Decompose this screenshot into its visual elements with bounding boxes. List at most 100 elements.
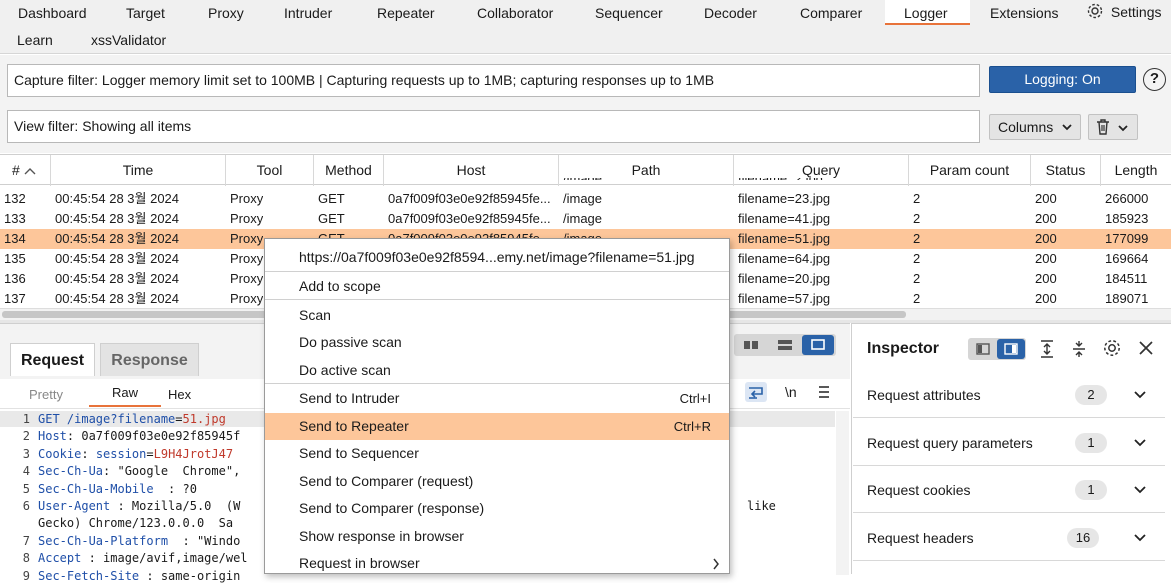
menu-item-send-to-comparer-request[interactable]: Send to Comparer (request)	[265, 468, 729, 495]
columns-button[interactable]: Columns	[989, 114, 1081, 140]
tab-sequencer[interactable]: Sequencer	[595, 5, 663, 21]
menu-item-send-to-intruder[interactable]: Send to Intruder Ctrl+I	[265, 385, 729, 412]
tab-proxy[interactable]: Proxy	[208, 5, 244, 21]
cell-status: 200	[1035, 211, 1057, 226]
capture-filter-bar[interactable]: Capture filter: Logger memory limit set …	[7, 64, 980, 97]
table-row[interactable]: 133 00:45:54 28 3월 2024 Proxy GET 0a7f009f03…	[0, 209, 1171, 229]
cell-query: filename=20.jpg	[738, 271, 831, 286]
tab-xssvalidator[interactable]: xssValidator	[91, 32, 166, 48]
tab-response[interactable]: Response	[100, 343, 199, 376]
inspector-settings-gear-icon[interactable]	[1102, 338, 1122, 361]
stacked-icon[interactable]	[770, 336, 800, 354]
menu-shortcut: Ctrl+R	[673, 419, 711, 434]
menu-item-scan[interactable]: Scan	[265, 302, 729, 329]
param-value: L9H4JrotJ47	[153, 446, 234, 461]
tab-collaborator[interactable]: Collaborator	[477, 5, 553, 21]
top-tab-bar: Dashboard Target Proxy Intruder Repeater…	[0, 0, 1171, 54]
count-badge: 16	[1067, 528, 1099, 548]
header-text: : same-origin	[139, 568, 241, 583]
logging-toggle-button[interactable]: Logging: On	[989, 66, 1136, 93]
table-row[interactable]: 132 00:45:54 28 3월 2024 Proxy GET 0a7f009f03…	[0, 189, 1171, 209]
close-icon[interactable]	[1137, 339, 1155, 360]
menu-item-label: Show response in browser	[299, 528, 464, 544]
chevron-down-icon	[1133, 531, 1147, 547]
single-view-icon[interactable]	[802, 335, 834, 355]
inspector-section-request-cookies[interactable]: Request cookies 1	[853, 467, 1165, 513]
request-line[interactable]: GET /image?filename=51.jpg	[38, 412, 226, 426]
cell-time: 00:45:54 28 3월 2024	[55, 251, 180, 266]
tab-comparer[interactable]: Comparer	[800, 5, 862, 21]
cell-tool: Proxy	[230, 251, 264, 266]
menu-item-label: Send to Repeater	[299, 418, 409, 434]
menu-item-send-to-repeater[interactable]: Send to Repeater Ctrl+R	[265, 413, 729, 440]
panel-right-icon[interactable]	[997, 339, 1025, 359]
tab-intruder[interactable]: Intruder	[284, 5, 332, 21]
cell-query: filename=41.jpg	[738, 211, 831, 226]
cell-method: GET	[318, 211, 345, 226]
cell-length: 185923	[1105, 211, 1149, 226]
panel-left-icon[interactable]	[970, 340, 996, 358]
request-line[interactable]: Accept : image/avif,image/wel	[38, 551, 248, 565]
header-name: Sec-Ch-Ua	[38, 464, 104, 479]
tab-repeater[interactable]: Repeater	[377, 5, 435, 21]
request-line[interactable]: Host: 0a7f009f03e0e92f85945f	[38, 429, 240, 443]
cell-path: /image	[563, 191, 603, 206]
menu-item-active-scan[interactable]: Do active scan	[265, 357, 729, 384]
count-badge: 2	[1075, 385, 1107, 405]
context-menu-url[interactable]: https://0a7f009f03e0e92f8594...emy.net/i…	[265, 244, 729, 271]
chevron-down-icon	[1133, 388, 1147, 404]
request-line[interactable]: Sec-Ch-Ua: "Google Chrome",	[38, 464, 240, 478]
menu-item-request-in-browser[interactable]: Request in browser	[265, 550, 729, 577]
inspector-section-request-attributes[interactable]: Request attributes 2	[853, 372, 1165, 418]
menu-item-add-to-scope[interactable]: Add to scope	[265, 273, 729, 300]
request-line[interactable]: Gecko) Chrome/123.0.0.0 Sa	[38, 516, 233, 530]
tab-extensions[interactable]: Extensions	[990, 5, 1058, 21]
menu-item-passive-scan[interactable]: Do passive scan	[265, 329, 729, 356]
tab-decoder[interactable]: Decoder	[704, 5, 757, 21]
col-number-label: #	[12, 162, 20, 178]
cell-query: filename=64.jpg	[738, 251, 831, 266]
menu-separator	[265, 271, 729, 272]
request-line[interactable]: Sec-Fetch-Site : same-origin	[38, 569, 240, 583]
settings-button[interactable]: Settings	[1086, 2, 1161, 20]
header-name: User-Agent	[38, 499, 111, 513]
menu-item-send-to-comparer-response[interactable]: Send to Comparer (response)	[265, 495, 729, 522]
cell-tool: Proxy	[230, 191, 264, 206]
tab-dashboard[interactable]: Dashboard	[18, 5, 87, 21]
cell-tool: Proxy	[230, 231, 264, 246]
tab-logger[interactable]: Logger	[885, 0, 970, 25]
request-line[interactable]: Sec-Ch-Ua-Mobile : ?0	[38, 482, 197, 496]
clear-log-button[interactable]	[1088, 114, 1138, 140]
cell-status: 200	[1035, 291, 1057, 306]
tab-learn[interactable]: Learn	[17, 32, 53, 48]
cell-time: 00:45:54 28 3월 2024	[55, 291, 180, 306]
request-line[interactable]: Sec-Ch-Ua-Platform : "Windo	[38, 534, 240, 548]
cell-tool: Proxy	[230, 291, 264, 306]
tab-hex[interactable]: Hex	[168, 387, 191, 402]
inspector-section-request-headers[interactable]: Request headers 16	[853, 515, 1165, 561]
side-by-side-icon[interactable]	[736, 336, 766, 354]
menu-item-send-to-sequencer[interactable]: Send to Sequencer	[265, 440, 729, 467]
request-line[interactable]: User-Agent : Mozilla/5.0 (W	[38, 499, 240, 513]
inspector-section-query-parameters[interactable]: Request query parameters 1	[853, 420, 1165, 466]
expand-all-icon[interactable]	[1038, 339, 1056, 362]
sort-ascending-icon	[24, 168, 36, 175]
collapse-all-icon[interactable]	[1070, 339, 1088, 362]
menu-item-label: Send to Sequencer	[299, 445, 419, 461]
tab-raw[interactable]: Raw	[89, 385, 161, 407]
header-name: Host	[38, 429, 67, 444]
cell-param-count: 2	[913, 251, 921, 266]
request-line[interactable]: Cookie: session=L9H4JrotJ47	[38, 447, 233, 461]
view-filter-bar[interactable]: View filter: Showing all items	[7, 110, 980, 143]
cell-number: 135	[4, 251, 26, 266]
tab-pretty[interactable]: Pretty	[29, 387, 63, 402]
menu-icon[interactable]	[816, 384, 832, 400]
wrap-lines-icon[interactable]	[745, 382, 767, 402]
newline-toggle[interactable]: \n	[785, 384, 797, 400]
help-icon[interactable]: ?	[1143, 68, 1166, 91]
menu-item-show-response-in-browser[interactable]: Show response in browser	[265, 523, 729, 550]
tab-request[interactable]: Request	[10, 343, 95, 376]
columns-label: Columns	[998, 119, 1054, 135]
editor-scrollbar[interactable]	[836, 411, 849, 575]
tab-target[interactable]: Target	[126, 5, 165, 21]
